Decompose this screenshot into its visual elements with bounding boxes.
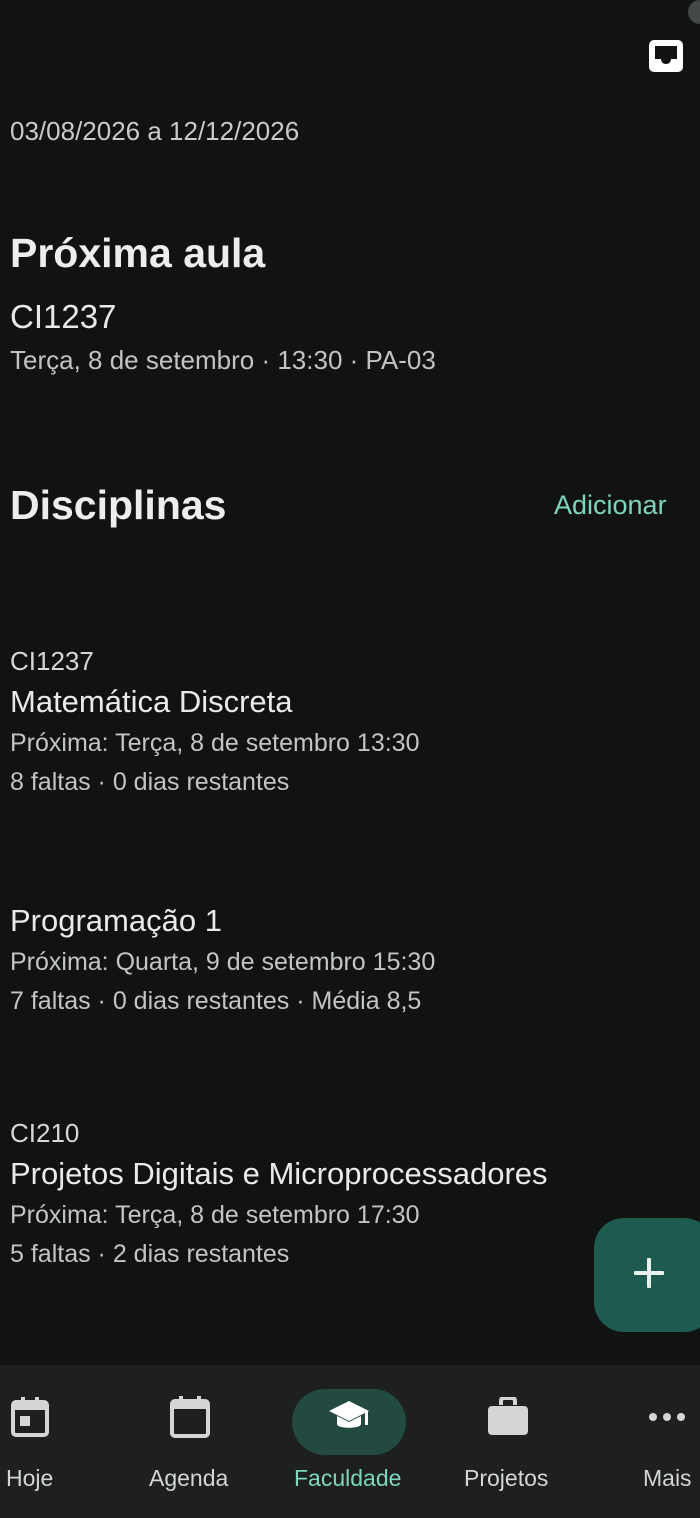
course-name: Programação 1 xyxy=(10,903,222,938)
inbox-icon xyxy=(647,38,685,79)
nav-item-hoje[interactable]: Hoje xyxy=(0,1365,130,1518)
course-next-class: Próxima: Terça, 8 de setembro 17:30 xyxy=(10,1201,420,1229)
nav-item-faculdade[interactable]: Faculdade xyxy=(255,1365,435,1518)
courses-heading: Disciplinas xyxy=(10,482,227,528)
course-stats: 5 faltas · 2 dias restantes xyxy=(10,1240,290,1268)
nav-label: Agenda xyxy=(149,1465,229,1491)
next-class-code: CI1237 xyxy=(10,298,117,335)
course-code: CI1237 xyxy=(10,646,94,676)
status-indicator xyxy=(688,0,700,24)
calendar-today-icon xyxy=(8,1395,52,1439)
course-next-class: Próxima: Terça, 8 de setembro 13:30 xyxy=(10,729,420,757)
graduation-cap-icon xyxy=(327,1395,371,1439)
nav-item-agenda[interactable]: Agenda xyxy=(130,1365,255,1518)
course-card[interactable]: Programação 1 Próxima: Quarta, 9 de sete… xyxy=(10,898,670,1021)
course-name: Matemática Discreta xyxy=(10,684,293,719)
course-code: CI210 xyxy=(10,1118,80,1148)
course-card[interactable]: CI1237 Matemática Discreta Próxima: Terç… xyxy=(10,644,670,802)
course-next-class: Próxima: Quarta, 9 de setembro 15:30 xyxy=(10,948,436,976)
semester-period: 03/08/2026 a 12/12/2026 xyxy=(10,116,300,146)
plus-icon xyxy=(632,1256,666,1295)
next-class-info: Terça, 8 de setembro · 13:30 · PA-03 xyxy=(10,345,436,375)
nav-label: Hoje xyxy=(6,1465,54,1491)
add-course-button[interactable]: Adicionar xyxy=(554,490,667,521)
nav-label: Mais xyxy=(643,1465,692,1491)
briefcase-icon xyxy=(486,1395,530,1439)
bottom-navigation: Hoje Agenda Faculdade Projetos Mais xyxy=(0,1365,700,1518)
nav-label: Projetos xyxy=(464,1465,549,1491)
calendar-icon xyxy=(168,1395,212,1439)
course-card[interactable]: CI210 Projetos Digitais e Microprocessad… xyxy=(10,1116,670,1274)
nav-item-mais[interactable]: Mais xyxy=(580,1365,700,1518)
add-fab-button[interactable] xyxy=(594,1218,700,1332)
nav-item-projetos[interactable]: Projetos xyxy=(435,1365,580,1518)
course-stats: 7 faltas · 0 dias restantes · Média 8,5 xyxy=(10,987,422,1015)
nav-label: Faculdade xyxy=(294,1465,402,1491)
more-horizontal-icon xyxy=(645,1395,689,1439)
inbox-button[interactable] xyxy=(645,38,687,78)
next-class-heading: Próxima aula xyxy=(10,230,266,276)
course-stats: 8 faltas · 0 dias restantes xyxy=(10,768,290,796)
course-name: Projetos Digitais e Microprocessadores xyxy=(10,1156,548,1191)
